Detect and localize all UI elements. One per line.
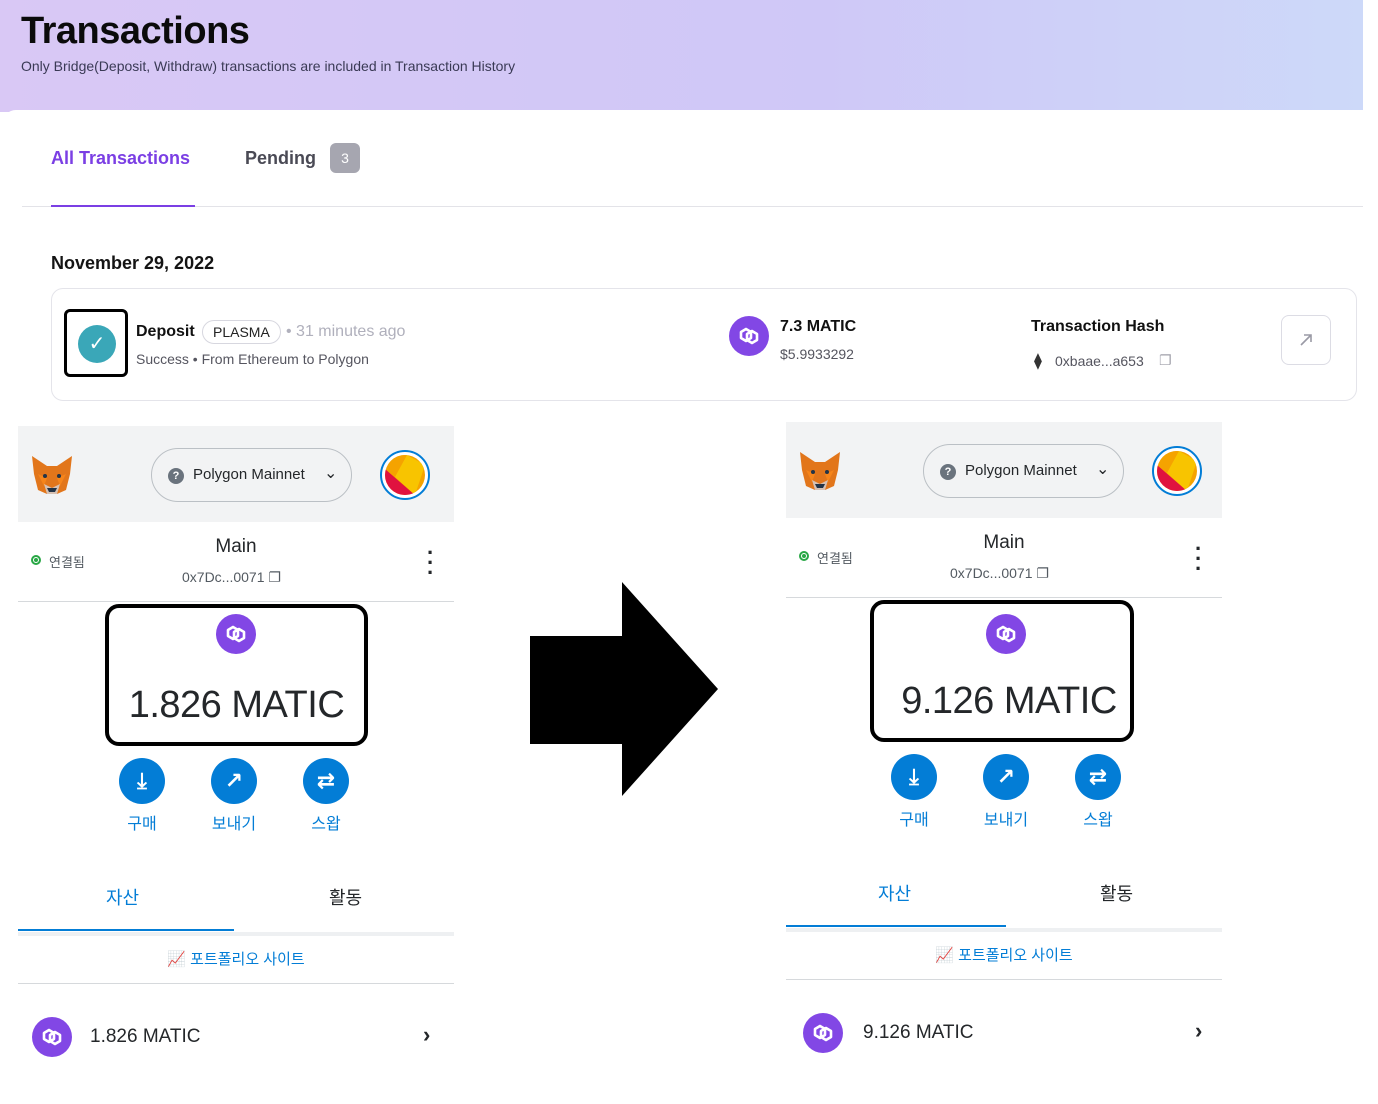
tab-divider	[786, 928, 1222, 932]
network-selector[interactable]: ? Polygon Mainnet ⌄	[151, 448, 352, 502]
divider	[18, 601, 454, 602]
hash-label: Transaction Hash	[1031, 318, 1165, 335]
portfolio-link[interactable]: 📈 포트폴리오 사이트	[786, 944, 1222, 965]
tab-assets[interactable]: 자산	[878, 880, 911, 906]
transaction-hash[interactable]: 0xbaae...a653	[1055, 353, 1144, 369]
arrow-up-right-icon: ↗	[211, 758, 257, 804]
transaction-tabs: All Transactions Pending 3	[22, 110, 1363, 207]
transactions-header: Transactions Only Bridge(Deposit, Withdr…	[0, 0, 1363, 112]
wallet-before: ? Polygon Mainnet ⌄ 연결됨 Main 0x7Dc...007…	[18, 426, 454, 1104]
chevron-down-icon: ⌄	[324, 465, 338, 482]
transaction-status: Success • From Ethereum to Polygon	[136, 351, 369, 367]
page: Transactions Only Bridge(Deposit, Withdr…	[0, 0, 1378, 1104]
account-name[interactable]: Main	[18, 536, 454, 558]
asset-balance[interactable]: 9.126 MATIC	[863, 1022, 974, 1044]
download-icon: ⤓	[891, 754, 937, 800]
status-highlight-box: ✓	[64, 309, 128, 377]
network-selector[interactable]: ? Polygon Mainnet ⌄	[923, 444, 1124, 498]
account-avatar[interactable]	[1152, 446, 1202, 496]
tab-divider	[18, 932, 454, 936]
chart-icon: 📈	[935, 947, 954, 964]
balance-amount: 1.826 MATIC	[128, 684, 345, 726]
network-name: Polygon Mainnet	[193, 466, 305, 483]
chevron-right-icon[interactable]: ›	[423, 1022, 430, 1048]
send-button[interactable]: ↗ 보내기	[199, 758, 269, 834]
account-address[interactable]: 0x7Dc...0071 ❐	[182, 569, 281, 586]
arrow-up-right-icon: ↗	[983, 754, 1029, 800]
balance-amount: 9.126 MATIC	[901, 680, 1117, 722]
swap-icon: ⇄	[1075, 754, 1121, 800]
transaction-amount: 7.3 MATIC	[780, 318, 857, 335]
send-label: 보내기	[983, 812, 1029, 829]
swap-label: 스왑	[311, 816, 341, 833]
tab-pending[interactable]: Pending	[245, 148, 316, 169]
active-tab-indicator	[51, 205, 195, 207]
copy-icon[interactable]: ❐	[1036, 565, 1049, 581]
metamask-fox-icon	[800, 452, 840, 490]
date-group-label: November 29, 2022	[51, 253, 215, 273]
send-button[interactable]: ↗ 보내기	[971, 754, 1041, 830]
divider	[786, 597, 1222, 598]
chevron-right-icon[interactable]: ›	[1195, 1018, 1202, 1044]
buy-label: 구매	[899, 812, 929, 829]
wallet-topbar: ? Polygon Mainnet ⌄	[786, 422, 1222, 518]
wallet-topbar: ? Polygon Mainnet ⌄	[18, 426, 454, 522]
transaction-type: Deposit	[136, 323, 195, 340]
tab-activity[interactable]: 활동	[1100, 880, 1133, 906]
page-subtitle: Only Bridge(Deposit, Withdraw) transacti…	[21, 58, 516, 74]
buy-button[interactable]: ⤓ 구매	[879, 754, 949, 830]
tab-assets[interactable]: 자산	[106, 884, 139, 910]
arrow-right-icon	[530, 582, 718, 796]
matic-icon	[216, 614, 256, 654]
tab-all-transactions[interactable]: All Transactions	[51, 148, 190, 169]
transaction-time: • 31 minutes ago	[286, 323, 406, 340]
chevron-down-icon: ⌄	[1096, 461, 1110, 478]
question-icon: ?	[940, 464, 956, 480]
kebab-menu-icon[interactable]: · · ·	[427, 542, 434, 584]
swap-label: 스왑	[1083, 812, 1113, 829]
buy-label: 구매	[127, 816, 157, 833]
balance-highlight-box: 9.126 MATIC	[870, 600, 1134, 742]
buy-button[interactable]: ⤓ 구매	[107, 758, 177, 834]
download-icon: ⤓	[119, 758, 165, 804]
matic-icon	[803, 1013, 843, 1053]
network-name: Polygon Mainnet	[965, 462, 1077, 479]
matic-icon	[32, 1017, 72, 1057]
transactions-card: All Transactions Pending 3 November 29, …	[2, 110, 1363, 410]
asset-balance[interactable]: 1.826 MATIC	[90, 1026, 201, 1048]
balance-highlight-box: 1.826 MATIC	[105, 604, 368, 746]
transaction-amount-usd: $5.9933292	[780, 346, 854, 362]
account-name[interactable]: Main	[786, 532, 1222, 554]
active-tab-indicator	[786, 925, 1006, 927]
chart-icon: 📈	[167, 951, 186, 968]
matic-icon	[729, 316, 769, 356]
account-avatar[interactable]	[380, 450, 430, 500]
active-tab-indicator	[18, 929, 234, 931]
tab-activity[interactable]: 활동	[329, 884, 362, 910]
network-chip: PLASMA	[202, 320, 281, 344]
question-icon: ?	[168, 468, 184, 484]
kebab-menu-icon[interactable]: · · ·	[1195, 538, 1202, 580]
swap-button[interactable]: ⇄ 스왑	[291, 758, 361, 834]
divider	[18, 983, 454, 984]
account-address[interactable]: 0x7Dc...0071 ❐	[950, 565, 1049, 582]
copy-icon[interactable]: ❐	[268, 569, 281, 585]
copy-icon[interactable]: ❐	[1159, 352, 1172, 369]
swap-button[interactable]: ⇄ 스왑	[1063, 754, 1133, 830]
pending-count-badge: 3	[330, 143, 360, 173]
swap-icon: ⇄	[303, 758, 349, 804]
portfolio-link[interactable]: 📈 포트폴리오 사이트	[18, 948, 454, 969]
divider	[786, 979, 1222, 980]
external-link-button[interactable]	[1281, 315, 1331, 365]
send-label: 보내기	[211, 816, 257, 833]
matic-icon	[986, 614, 1026, 654]
metamask-fox-icon	[32, 456, 72, 494]
page-title: Transactions	[21, 10, 250, 52]
transaction-row[interactable]: ✓ Deposit PLASMA • 31 minutes ago Succes…	[51, 288, 1357, 401]
check-icon: ✓	[78, 325, 116, 363]
wallet-after: ? Polygon Mainnet ⌄ 연결됨 Main 0x7Dc...007…	[786, 422, 1222, 1102]
ethereum-icon: ⧫	[1034, 353, 1042, 370]
